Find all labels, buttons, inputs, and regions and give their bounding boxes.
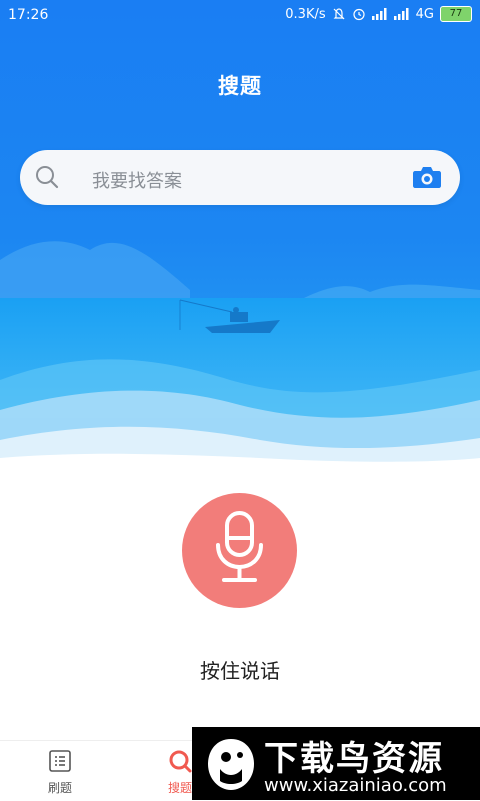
status-time: 17:26 bbox=[8, 7, 49, 23]
hold-to-speak-label: 按住说话 bbox=[200, 659, 280, 683]
search-icon bbox=[36, 166, 59, 189]
alarm-icon bbox=[353, 8, 365, 21]
search-tab-icon bbox=[169, 750, 192, 773]
search-bar[interactable]: 我要找答案 bbox=[20, 150, 460, 205]
search-input[interactable]: 我要找答案 bbox=[92, 167, 182, 193]
watermark-banner: 下载鸟资源 www.xiazainiao.com bbox=[192, 727, 480, 800]
network-speed: 0.3K/s bbox=[285, 6, 326, 22]
hold-to-speak-button[interactable] bbox=[182, 493, 297, 608]
hd-signal-icon bbox=[393, 8, 409, 20]
page-title: 搜题 bbox=[218, 74, 262, 98]
list-icon bbox=[49, 750, 71, 772]
watermark-title: 下载鸟资源 bbox=[264, 739, 444, 779]
microphone-icon bbox=[216, 511, 263, 582]
bird-logo-icon bbox=[208, 739, 254, 790]
camera-icon[interactable] bbox=[412, 164, 442, 190]
signal-icon bbox=[371, 8, 387, 20]
mute-icon bbox=[333, 8, 345, 20]
network-type: 4G bbox=[415, 6, 434, 22]
watermark-url: www.xiazainiao.com bbox=[264, 775, 447, 796]
tab-shuati-label: 刷题 bbox=[47, 781, 72, 795]
status-indicators: 0.3K/s 4G 77 bbox=[285, 6, 472, 22]
battery-indicator: 77 bbox=[440, 6, 472, 22]
tab-shuati[interactable]: 刷题 bbox=[30, 749, 90, 796]
status-bar: 17:26 0.3K/s 4G 77 bbox=[0, 0, 480, 32]
